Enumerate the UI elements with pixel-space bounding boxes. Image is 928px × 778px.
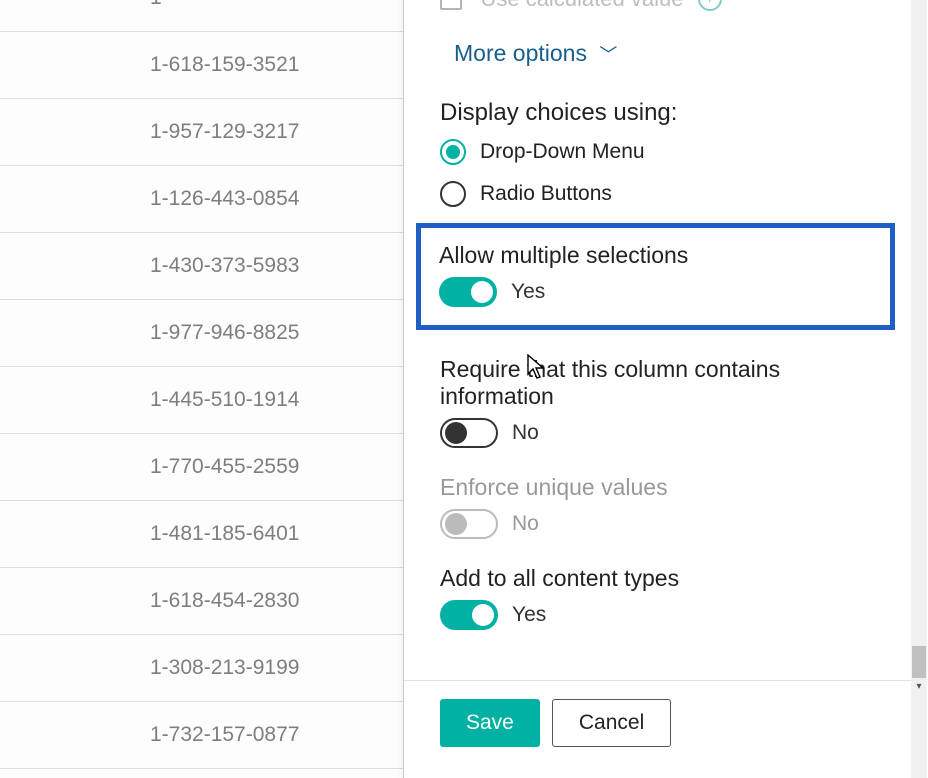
allow-multiple-highlight: Allow multiple selections Yes bbox=[416, 223, 895, 330]
list-item[interactable]: 1-770-455-2559 bbox=[0, 434, 403, 501]
require-info-state: No bbox=[512, 421, 539, 445]
list-item[interactable]: 1-481-185-6401 bbox=[0, 501, 403, 568]
content-types-toggle[interactable] bbox=[440, 600, 498, 630]
panel-footer: Save Cancel bbox=[404, 680, 911, 778]
list-item[interactable]: 1- bbox=[0, 0, 403, 32]
list-item[interactable]: 1-618-454-2830 bbox=[0, 568, 403, 635]
scrollbar-down-icon[interactable]: ▾ bbox=[911, 678, 927, 694]
list-item[interactable]: 1-732-157-0877 bbox=[0, 702, 403, 769]
radio-icon bbox=[440, 181, 466, 207]
display-choices-label: Display choices using: bbox=[440, 99, 875, 127]
more-options-label: More options bbox=[454, 40, 587, 66]
radio-label: Drop-Down Menu bbox=[480, 140, 645, 164]
list-item[interactable]: 1-977-946-8825 bbox=[0, 300, 403, 367]
use-calculated-label: Use calculated value bbox=[480, 0, 683, 11]
radio-radio-buttons[interactable]: Radio Buttons bbox=[440, 181, 875, 207]
allow-multiple-toggle[interactable] bbox=[439, 277, 497, 307]
list-item[interactable]: 1-308-213-9199 bbox=[0, 635, 403, 702]
require-info-toggle[interactable] bbox=[440, 418, 498, 448]
radio-icon bbox=[440, 139, 466, 165]
scrollbar-thumb[interactable] bbox=[912, 646, 926, 678]
save-button[interactable]: Save bbox=[440, 699, 540, 747]
chevron-down-icon: ﹀ bbox=[599, 45, 617, 65]
list-item[interactable]: 1-957-129-3217 bbox=[0, 99, 403, 166]
enforce-unique-title: Enforce unique values bbox=[440, 474, 875, 501]
cancel-button[interactable]: Cancel bbox=[552, 699, 671, 747]
content-types-state: Yes bbox=[512, 603, 546, 627]
list-item[interactable]: 1-445-510-1914 bbox=[0, 367, 403, 434]
panel-body: Use calculated value i More options ﹀ Di… bbox=[404, 0, 911, 690]
radio-dropdown-menu[interactable]: Drop-Down Menu bbox=[440, 139, 875, 165]
scrollbar[interactable]: ▾ bbox=[911, 0, 927, 778]
radio-label: Radio Buttons bbox=[480, 182, 612, 206]
enforce-unique-toggle bbox=[440, 509, 498, 539]
use-calculated-checkbox[interactable] bbox=[440, 0, 462, 10]
list-item[interactable]: 1-126-443-0854 bbox=[0, 166, 403, 233]
list-item[interactable]: 1-618-159-3521 bbox=[0, 32, 403, 99]
require-info-title: Require that this column contains inform… bbox=[440, 356, 875, 410]
allow-multiple-title: Allow multiple selections bbox=[439, 242, 872, 269]
list-item[interactable]: 1-430-373-5983 bbox=[0, 233, 403, 300]
content-types-title: Add to all content types bbox=[440, 565, 875, 592]
more-options-toggle[interactable]: More options ﹀ bbox=[454, 40, 875, 67]
enforce-unique-state: No bbox=[512, 512, 539, 536]
info-icon[interactable]: i bbox=[698, 0, 722, 11]
allow-multiple-state: Yes bbox=[511, 280, 545, 304]
background-phone-list: 1- 1-618-159-3521 1-957-129-3217 1-126-4… bbox=[0, 0, 403, 769]
column-settings-panel: Use calculated value i More options ﹀ Di… bbox=[403, 0, 912, 778]
